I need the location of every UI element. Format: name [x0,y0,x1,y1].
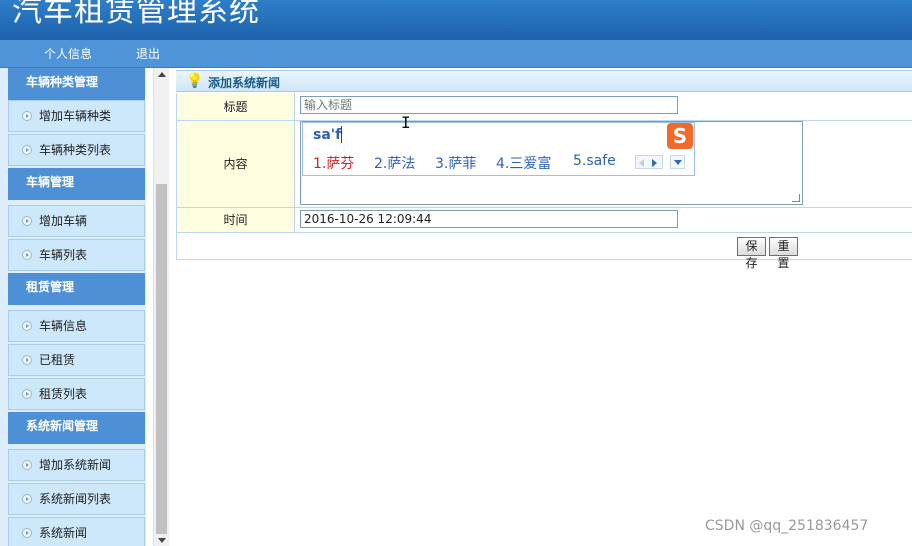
title-row: 标题 [176,93,912,121]
profile-link[interactable]: 个人信息 [44,45,92,62]
ime-page-arrows[interactable] [635,155,663,169]
sidebar-item-add-vehicle[interactable]: 增加车辆 [8,205,145,237]
sidebar-section-news[interactable]: 系统新闻管理 [8,412,145,444]
content-label: 内容 [176,121,295,207]
top-nav: 个人信息 退出 [0,40,912,68]
sidebar-item-news[interactable]: 系统新闻 [8,517,145,546]
ime-candidate-window: sa'f S 1.萨芬 2.萨法 3.萨菲 4.三爱富 5.safe [302,122,695,176]
title-label: 标题 [176,93,295,120]
ime-expand-icon[interactable] [670,155,685,169]
save-button[interactable]: 保存 [737,237,766,270]
reset-button[interactable]: 重置 [769,237,798,270]
ime-candidate-4[interactable]: 4.三爱富 [496,153,551,173]
scroll-thumb[interactable] [156,184,167,534]
sidebar-item-rented[interactable]: 已租赁 [8,344,145,376]
ime-candidate-2[interactable]: 2.萨法 [374,153,415,173]
sidebar-item-vehicle-list[interactable]: 车辆列表 [8,239,145,271]
time-row: 时间 2016-10-26 12:09:44 [176,208,912,233]
lightbulb-icon: 💡 [186,73,204,89]
bullet-icon [22,528,32,538]
bullet-icon [22,355,32,365]
scroll-up-icon[interactable] [158,72,166,77]
app-banner: 汽车租赁管理系统 [0,0,912,40]
logout-link[interactable]: 退出 [136,45,160,62]
sidebar-section-rental[interactable]: 租赁管理 [8,273,145,305]
ime-caret [341,126,342,143]
bullet-icon [22,389,32,399]
sidebar: 车辆种类管理 增加车辆种类 车辆种类列表 车辆管理 增加车辆 车辆列表 租赁管理… [0,68,146,546]
prev-page-icon[interactable] [639,159,644,167]
bullet-icon [22,145,32,155]
sidebar-item-news-list[interactable]: 系统新闻列表 [8,483,145,515]
text-cursor-icon: I [401,113,411,132]
sidebar-item-vehicle-type-list[interactable]: 车辆种类列表 [8,134,145,166]
sidebar-item-rental-list[interactable]: 租赁列表 [8,378,145,410]
panel-header: 💡 添加系统新闻 [176,70,912,92]
panel-title: 添加系统新闻 [208,76,281,90]
bullet-icon [22,321,32,331]
sidebar-item-add-news[interactable]: 增加系统新闻 [8,449,145,481]
sidebar-item-add-vehicle-type[interactable]: 增加车辆种类 [8,100,145,132]
bullet-icon [22,216,32,226]
button-row [176,233,912,260]
time-input[interactable]: 2016-10-26 12:09:44 [300,210,678,228]
scroll-down-icon[interactable] [158,538,166,543]
bullet-icon [22,494,32,504]
bullet-icon [22,111,32,121]
bullet-icon [22,460,32,470]
sidebar-section-vehicle-type[interactable]: 车辆种类管理 [8,68,145,100]
sidebar-scrollbar[interactable] [153,68,169,546]
ime-candidate-1[interactable]: 1.萨芬 [313,153,354,173]
ime-candidate-3[interactable]: 3.萨菲 [435,153,476,173]
ime-candidate-5[interactable]: 5.safe [573,153,616,169]
sogou-logo-icon: S [667,123,693,149]
sidebar-item-vehicle-info[interactable]: 车辆信息 [8,310,145,342]
time-label: 时间 [176,208,295,232]
app-title: 汽车租赁管理系统 [12,0,260,29]
bullet-icon [22,250,32,260]
sidebar-section-vehicle[interactable]: 车辆管理 [8,168,145,200]
watermark: CSDN @qq_251836457 [705,518,869,534]
resize-handle-icon[interactable] [792,194,800,202]
ime-composition: sa'f [313,127,342,143]
next-page-icon[interactable] [652,159,657,167]
title-input[interactable] [300,96,678,114]
